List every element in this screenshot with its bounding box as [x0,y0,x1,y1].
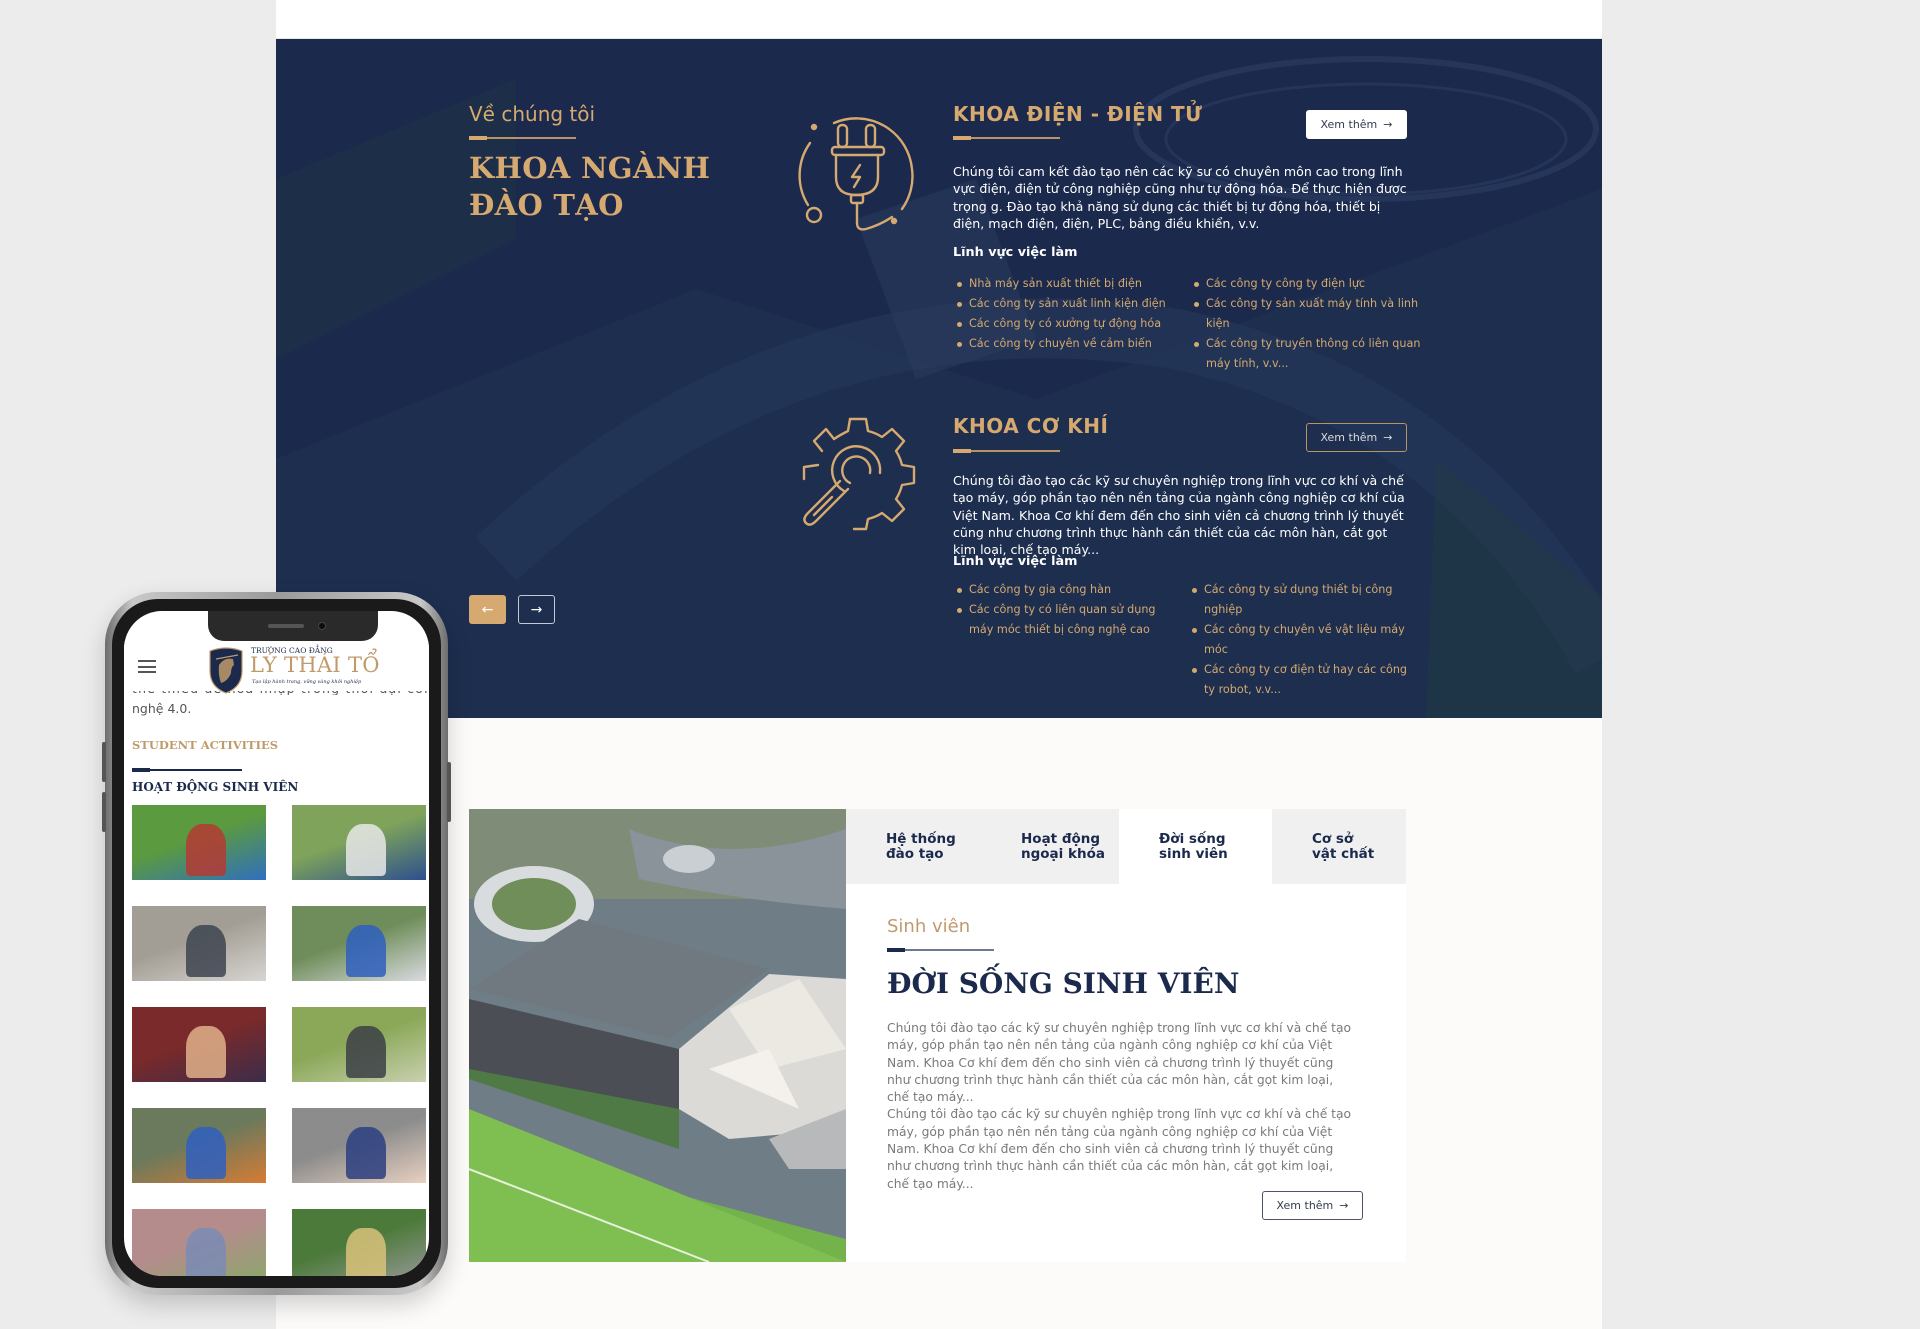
list-item: Các công ty sử dụng thiết bị công nghiệp [1190,580,1415,620]
list-item: Các công ty sản xuất máy tính và linh ki… [1192,294,1422,334]
list-item: Các công ty có xưởng tự động hóa [955,314,1185,334]
list-item: Các công ty truyền thông có liên quan má… [1192,334,1422,374]
button-label: Xem thêm [1276,1199,1334,1212]
tab-extracurricular[interactable]: Hoạt động ngoại khóa [981,809,1119,884]
campus-aerial-image [469,809,846,1262]
dept-description: Chúng tôi cam kết đào tạo nên các kỹ sư … [953,164,1407,231]
about-label: Về chúng tôi [469,102,596,126]
photo-subject [185,1025,226,1079]
desktop-page: Về chúng tôi KHOA NGÀNH ĐÀO TẠO KHOA ĐIỆ… [276,0,1602,1329]
jobs-list-left: Nhà máy sản xuất thiết bị điện Các công … [955,274,1185,354]
electrical-see-more-button[interactable]: Xem thêm → [1306,110,1407,139]
speaker-icon [268,624,304,628]
about-divider [469,136,576,140]
arrow-right-icon: → [530,601,543,618]
page-top-strip [276,0,1602,39]
plug-icon [798,117,914,231]
gear-wrench-icon [802,417,916,531]
student-life-see-more-button[interactable]: Xem thêm → [1262,1191,1363,1220]
mobile-header: TRƯỜNG CAO ĐẲNG LÝ THÁI TỔ Tạo lập hành … [124,641,429,694]
photo-students-on-steps[interactable] [132,906,266,981]
jobs-list-right: Các công ty công ty điện lực Các công ty… [1192,274,1422,374]
photo-girls-walking-in-park[interactable] [292,1209,426,1276]
photo-students-sitting-on-road[interactable] [132,1108,266,1183]
section-title-line1: KHOA NGÀNH [469,151,711,185]
photo-group-of-students[interactable] [292,805,426,880]
list-item: Các công ty cơ điện tử hay các công ty r… [1190,660,1415,700]
dept-title-mechanical: KHOA CƠ KHÍ [953,414,1109,438]
phone-bezel: thể thiếu để hòa nhập trong thời đại côn… [112,599,441,1288]
slider-next-button[interactable]: → [518,595,555,624]
logo-name: LÝ THÁI TỔ [250,653,380,677]
phone-power-button [447,762,451,822]
phone-notch [208,611,378,641]
phone-volume-button [102,742,106,782]
phone-mockup: thể thiếu để hòa nhập trong thời đại côn… [102,592,451,1295]
student-life-text: Chúng tôi đào tạo các kỹ sư chuyên nghiệ… [887,1020,1357,1193]
mobile-section-label: STUDENT ACTIVITIES [132,738,279,752]
arrow-right-icon: → [1339,1199,1349,1212]
photo-subject [185,1227,226,1276]
phone-volume-button [102,792,106,832]
logo-tagline: Tạo lập hành trang, vững vàng khởi nghiệ… [252,679,362,685]
student-life-divider [887,948,994,952]
departments-section: Về chúng tôi KHOA NGÀNH ĐÀO TẠO KHOA ĐIỆ… [276,39,1602,718]
student-life-panel: Hệ thống đào tạo Hoạt động ngoại khóa Đờ… [846,809,1406,1262]
list-item: Các công ty chuyên về cảm biến [955,334,1185,354]
paragraph: Chúng tôi đào tạo các kỹ sư chuyên nghiệ… [887,1107,1352,1191]
camera-icon [318,622,326,630]
photo-subject [345,1025,386,1079]
jobs-heading: Lĩnh vực việc làm [953,554,1078,569]
list-item: Các công ty gia công hàn [955,580,1180,600]
slider-prev-button[interactable]: ← [469,595,506,624]
photo-subject [185,823,226,877]
school-shield-logo-icon [209,647,243,694]
phone-screen: thể thiếu để hòa nhập trong thời đại côn… [124,611,429,1276]
mobile-cut-text-end: nghệ 4.0. [132,701,192,716]
dept-divider [953,136,1060,140]
list-item: Các công ty có liên quan sử dụng máy móc… [955,600,1180,640]
mobile-divider [132,768,242,771]
mechanical-see-more-button[interactable]: Xem thêm → [1306,423,1407,452]
mobile-section-title: HOẠT ĐỘNG SINH VIÊN [132,780,299,794]
button-label: Xem thêm [1320,431,1378,444]
arrow-left-icon: ← [481,601,494,618]
jobs-heading: Lĩnh vực việc làm [953,245,1078,260]
tab-facilities[interactable]: Cơ sở vật chất [1272,809,1406,884]
photo-girl-on-running-track[interactable] [132,1209,266,1276]
jobs-list-right: Các công ty sử dụng thiết bị công nghiệp… [1190,580,1415,700]
student-life-title: ĐỜI SỐNG SINH VIÊN [887,967,1240,1000]
student-life-label: Sinh viên [887,916,971,937]
photo-girls-drinking-coffee[interactable] [132,1007,266,1082]
paragraph: Chúng tôi đào tạo các kỹ sư chuyên nghiệ… [887,1021,1352,1105]
dept-title-electrical: KHOA ĐIỆN - ĐIỆN TỬ [953,102,1203,126]
tab-student-life[interactable]: Đời sống sinh viên [1119,809,1272,884]
list-item: Nhà máy sản xuất thiết bị điện [955,274,1185,294]
photo-soccer-players[interactable] [132,805,266,880]
arrow-right-icon: → [1383,118,1393,131]
photo-subject [345,823,386,877]
photo-subject [345,1126,386,1180]
tab-bar: Hệ thống đào tạo Hoạt động ngoại khóa Đờ… [846,809,1406,884]
photo-subject [185,924,226,978]
photo-students-with-laptop[interactable] [292,1108,426,1183]
dept-description: Chúng tôi đào tạo các kỹ sư chuyên nghiệ… [953,473,1405,558]
tab-training-system[interactable]: Hệ thống đào tạo [846,809,981,884]
dept-divider [953,449,1060,453]
hamburger-menu-icon[interactable] [138,660,156,673]
photo-subject [185,1126,226,1180]
section-title-line2: ĐÀO TẠO [469,188,624,222]
section-title: KHOA NGÀNH ĐÀO TẠO [469,150,710,224]
button-label: Xem thêm [1320,118,1378,131]
list-item: Các công ty sản xuất linh kiện điện [955,294,1185,314]
photo-students-reading-books[interactable] [292,906,426,981]
photo-subject [345,924,386,978]
list-item: Các công ty công ty điện lực [1192,274,1422,294]
photo-subject [345,1227,386,1276]
list-item: Các công ty chuyên về vật liệu máy móc [1190,620,1415,660]
jobs-list-left: Các công ty gia công hàn Các công ty có … [955,580,1180,640]
arrow-right-icon: → [1383,431,1393,444]
photo-student-reading-on-lawn[interactable] [292,1007,426,1082]
